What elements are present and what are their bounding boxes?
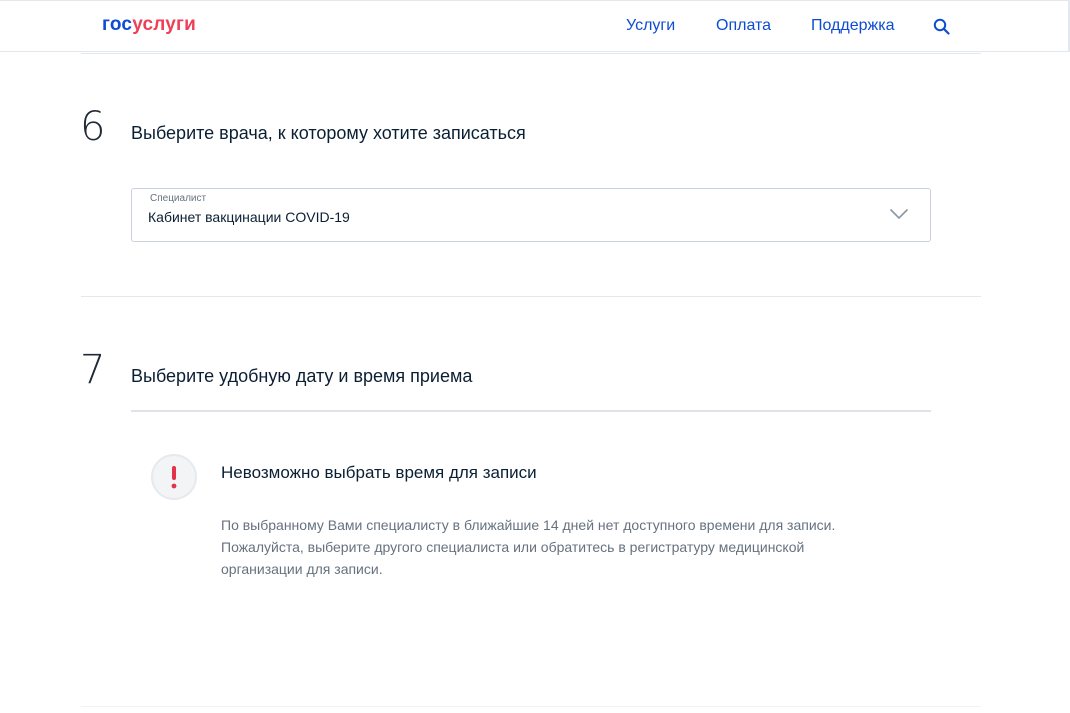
step-7-number: 7 — [80, 347, 106, 393]
logo-part-uslugi: услуги — [132, 14, 197, 35]
specialist-select[interactable]: Специалист Кабинет вакцинации COVID-19 — [131, 188, 931, 242]
gosuslugi-logo[interactable]: госуслуги — [102, 14, 196, 36]
alert-message-line: Пожалуйста, выберите другого специалиста… — [221, 539, 805, 555]
alert-message-line: организации для записи. — [221, 561, 383, 577]
alert-title: Невозможно выбрать время для записи — [221, 463, 537, 482]
search-icon[interactable] — [933, 18, 951, 36]
logo-part-gos: гос — [102, 14, 133, 35]
alert-message: По выбранному Вами специалисту в ближайш… — [221, 514, 901, 580]
specialist-select-label: Специалист — [150, 193, 207, 204]
alert-message-line: По выбранному Вами специалисту в ближайш… — [221, 517, 836, 533]
step-6-title: Выберите врача, к которому хотите записа… — [131, 123, 526, 143]
section-divider — [81, 296, 981, 297]
chevron-down-icon[interactable] — [889, 207, 909, 221]
specialist-select-value: Кабинет вакцинации COVID-19 — [148, 209, 350, 225]
divider — [81, 53, 981, 54]
exclamation-icon — [151, 454, 197, 500]
section-7-underline — [131, 410, 931, 412]
site-header: госуслуги Услуги Оплата Поддержка — [0, 1, 1070, 52]
step-6-number: 6 — [80, 104, 106, 150]
nav-payment[interactable]: Оплата — [716, 17, 771, 35]
bottom-divider — [81, 706, 981, 707]
nav-support[interactable]: Поддержка — [811, 17, 894, 35]
nav-services[interactable]: Услуги — [626, 17, 675, 35]
step-7-title: Выберите удобную дату и время приема — [131, 366, 473, 386]
